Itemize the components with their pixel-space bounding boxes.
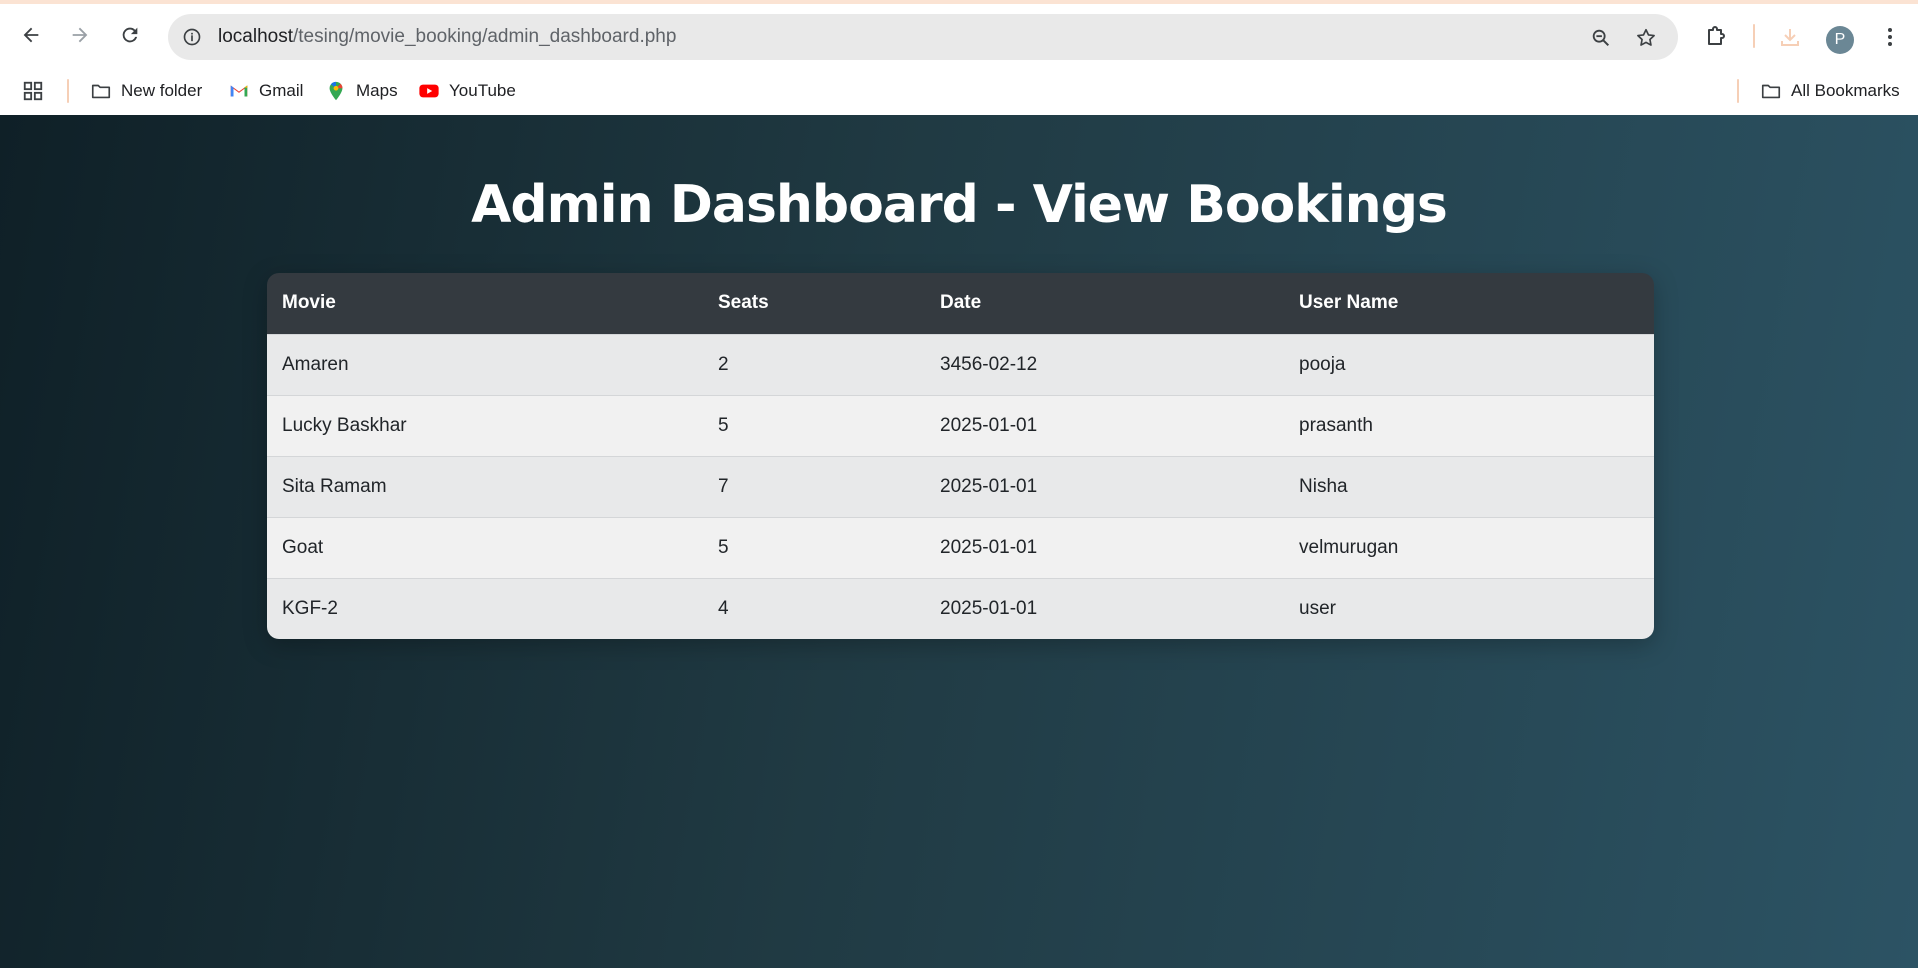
reload-button[interactable] [114,19,146,51]
table-row: KGF-2 4 2025-01-01 user [267,578,1654,639]
bookmark-star-icon[interactable] [1633,25,1659,51]
bookings-table: Movie Seats Date User Name Amaren 2 3456… [267,273,1654,639]
page-viewport: Admin Dashboard - View Bookings Movie Se… [0,115,1918,968]
bookmarks-bar: New folder Gmail Maps YouTube All Bookma… [0,67,1918,115]
bookmarks-separator-right [1737,79,1739,103]
table-header-row: Movie Seats Date User Name [267,273,1654,334]
cell-movie: KGF-2 [282,597,338,619]
maps-icon [325,80,347,102]
cell-user-name: pooja [1299,353,1346,375]
cell-seats: 5 [718,536,729,558]
folder-icon [90,80,112,102]
table-row: Sita Ramam 7 2025-01-01 Nisha [267,456,1654,517]
cell-user-name: Nisha [1299,475,1348,497]
cell-seats: 4 [718,597,729,619]
arrow-right-icon [72,27,88,43]
column-header-user-name: User Name [1299,292,1399,314]
table-header: Movie Seats Date User Name [267,273,1654,334]
apps-grid-button[interactable] [22,76,44,106]
url-host: localhost [218,26,293,47]
cell-date: 3456-02-12 [940,353,1038,375]
all-bookmarks-button[interactable]: All Bookmarks [1760,76,1900,106]
column-header-movie: Movie [282,292,336,314]
cell-user-name: prasanth [1299,414,1373,436]
youtube-icon [418,80,440,102]
page-title: Admin Dashboard - View Bookings [471,175,1448,235]
folder-icon [1760,80,1782,102]
bookmarks-separator [67,79,69,103]
gmail-icon [228,80,250,102]
apps-grid-icon [22,80,44,102]
reload-icon [122,27,138,43]
cell-date: 2025-01-01 [940,597,1038,619]
cell-user-name: user [1299,597,1336,619]
cell-date: 2025-01-01 [940,475,1038,497]
bookmark-label: Maps [356,81,398,100]
url-text[interactable]: localhost/tesing/movie_booking/admin_das… [218,26,676,48]
cell-movie: Sita Ramam [282,475,387,497]
bookmark-new-folder[interactable]: New folder [90,76,202,106]
bookmark-label: YouTube [449,81,516,100]
back-button[interactable] [15,19,47,51]
cell-movie: Lucky Baskhar [282,414,407,436]
extensions-icon[interactable] [1702,23,1730,51]
table-row: Lucky Baskhar 5 2025-01-01 prasanth [267,395,1654,456]
forward-button[interactable] [64,19,96,51]
bookmark-maps[interactable]: Maps [325,76,398,106]
bookmark-gmail[interactable]: Gmail [228,76,303,106]
column-header-date: Date [940,292,982,314]
menu-kebab-icon[interactable] [1876,23,1904,51]
browser-toolbar: localhost/tesing/movie_booking/admin_das… [0,4,1918,67]
bookings-table-card: Movie Seats Date User Name Amaren 2 3456… [267,273,1654,639]
cell-date: 2025-01-01 [940,414,1038,436]
bookmark-youtube[interactable]: YouTube [418,76,516,106]
cell-seats: 5 [718,414,729,436]
bookmark-label: New folder [121,81,203,100]
all-bookmarks-label: All Bookmarks [1791,81,1900,100]
profile-avatar[interactable]: P [1826,26,1854,54]
site-info-icon[interactable] [180,25,204,49]
cell-user-name: velmurugan [1299,536,1399,558]
cell-seats: 2 [718,353,729,375]
column-header-seats: Seats [718,292,769,314]
url-path: /tesing/movie_booking/admin_dashboard.ph… [293,26,677,47]
toolbar-separator [1753,24,1755,48]
zoom-icon[interactable] [1588,25,1614,51]
bookmark-label: Gmail [259,81,304,100]
table-row: Amaren 2 3456-02-12 pooja [267,334,1654,395]
cell-movie: Amaren [282,353,349,375]
cell-movie: Goat [282,536,324,558]
arrow-left-icon [23,27,39,43]
table-body: Amaren 2 3456-02-12 pooja Lucky Baskhar … [267,334,1654,639]
table-row: Goat 5 2025-01-01 velmurugan [267,517,1654,578]
address-bar[interactable]: localhost/tesing/movie_booking/admin_das… [168,14,1678,60]
cell-seats: 7 [718,475,729,497]
cell-date: 2025-01-01 [940,536,1038,558]
download-icon[interactable] [1776,23,1804,51]
